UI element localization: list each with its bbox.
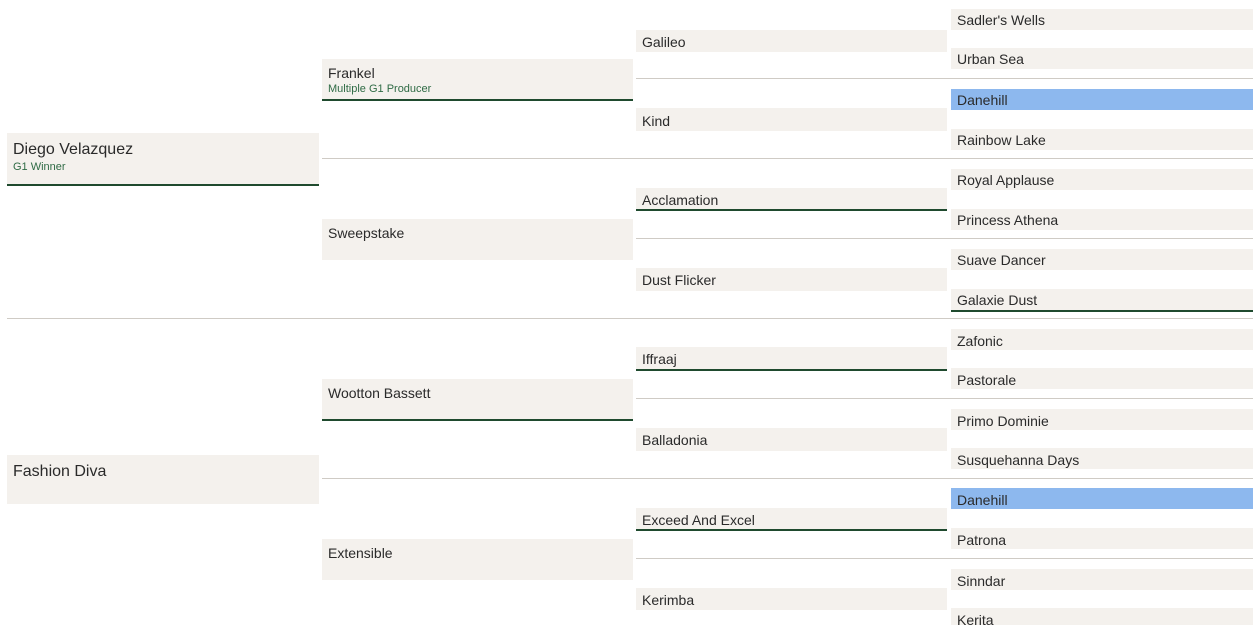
pedigree-gen4-3[interactable]: Danehill [951,89,1253,110]
horse-name: Zafonic [957,333,1003,349]
horse-name: Kerimba [642,592,695,608]
horse-name: Princess Athena [957,212,1059,228]
pedigree-gen4-6[interactable]: Princess Athena [951,209,1253,230]
horse-name: Iffraaj [642,351,677,367]
pedigree-gen4-2[interactable]: Urban Sea [951,48,1253,69]
horse-name: Galaxie Dust [957,292,1038,308]
horse-name: Extensible [328,545,393,561]
horse-name: Urban Sea [957,51,1024,67]
horse-name: Wootton Bassett [328,385,431,401]
pedigree-sire-sire[interactable]: Frankel Multiple G1 Producer [322,59,633,101]
divider [7,318,1253,319]
pedigree-gen4-1[interactable]: Sadler's Wells [951,9,1253,30]
pedigree-gen4-8[interactable]: Galaxie Dust [951,289,1253,312]
horse-note: G1 Winner [13,161,66,173]
pedigree-gen3-2[interactable]: Kind [636,108,947,131]
divider [636,238,1253,239]
divider [322,158,1253,159]
pedigree-gen3-1[interactable]: Galileo [636,30,947,52]
horse-name: Balladonia [642,432,708,448]
pedigree-gen3-3[interactable]: Acclamation [636,188,947,211]
horse-name: Acclamation [642,192,719,208]
pedigree-sire[interactable]: Diego Velazquez G1 Winner [7,133,319,186]
horse-name: Galileo [642,34,686,50]
divider [322,478,1253,479]
horse-name: Primo Dominie [957,413,1049,429]
horse-name: Diego Velazquez [13,141,134,158]
horse-name: Exceed And Excel [642,512,755,528]
pedigree-gen3-5[interactable]: Iffraaj [636,347,947,371]
pedigree-gen4-13[interactable]: Danehill [951,488,1253,509]
pedigree-gen3-4[interactable]: Dust Flicker [636,268,947,291]
horse-name: Susquehanna Days [957,452,1080,468]
divider [636,78,1253,79]
horse-note: Multiple G1 Producer [328,83,432,95]
divider [636,558,1253,559]
pedigree-dam[interactable]: Fashion Diva [7,455,319,504]
pedigree-gen4-16[interactable]: Kerita [951,608,1253,627]
horse-name: Sweepstake [328,225,405,241]
pedigree-gen4-5[interactable]: Royal Applause [951,169,1253,190]
horse-name: Fashion Diva [13,463,107,480]
pedigree-gen3-7[interactable]: Exceed And Excel [636,508,947,531]
pedigree-gen4-9[interactable]: Zafonic [951,329,1253,350]
divider [636,398,1253,399]
pedigree-gen4-12[interactable]: Susquehanna Days [951,448,1253,469]
horse-name: Dust Flicker [642,272,716,288]
horse-name: Pastorale [957,372,1017,388]
pedigree-gen4-4[interactable]: Rainbow Lake [951,129,1253,150]
pedigree-gen4-14[interactable]: Patrona [951,528,1253,549]
pedigree-gen4-11[interactable]: Primo Dominie [951,409,1253,430]
horse-name: Danehill [957,492,1008,508]
horse-name: Royal Applause [957,172,1055,188]
pedigree-dam-dam[interactable]: Extensible [322,539,633,580]
pedigree-gen4-7[interactable]: Suave Dancer [951,249,1253,270]
horse-name: Rainbow Lake [957,132,1046,148]
horse-name: Suave Dancer [957,252,1046,268]
horse-name: Sadler's Wells [957,12,1045,28]
horse-name: Sinndar [957,573,1006,589]
pedigree-gen3-8[interactable]: Kerimba [636,588,947,610]
horse-name: Danehill [957,92,1008,108]
horse-name: Kind [642,113,671,129]
horse-name: Patrona [957,532,1007,548]
pedigree-gen4-10[interactable]: Pastorale [951,368,1253,389]
pedigree-dam-sire[interactable]: Wootton Bassett [322,379,633,421]
pedigree-sire-dam[interactable]: Sweepstake [322,219,633,260]
horse-name: Frankel [328,65,375,81]
pedigree-gen3-6[interactable]: Balladonia [636,428,947,451]
pedigree-gen4-15[interactable]: Sinndar [951,569,1253,590]
